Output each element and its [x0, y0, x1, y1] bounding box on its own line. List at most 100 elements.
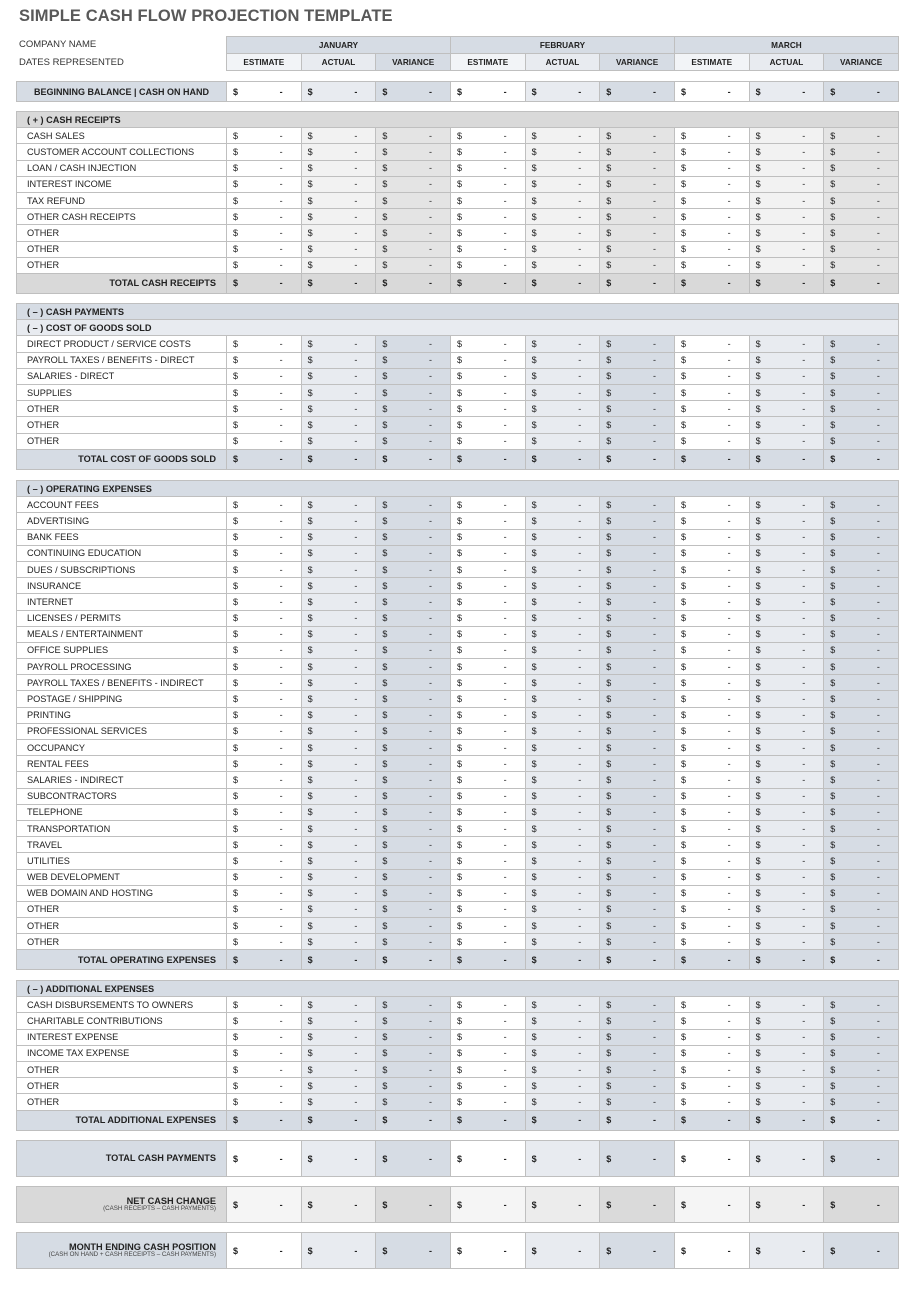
- value-cell[interactable]: $ -: [449, 625, 526, 643]
- value-cell[interactable]: $ -: [823, 335, 899, 353]
- value-cell[interactable]: $ -: [226, 1044, 302, 1062]
- value-cell[interactable]: $ -: [673, 496, 750, 514]
- value-cell[interactable]: $ -: [226, 1077, 302, 1095]
- value-cell[interactable]: $ -: [375, 1140, 451, 1177]
- value-cell[interactable]: $ -: [823, 159, 899, 177]
- value-cell[interactable]: $ -: [375, 819, 451, 838]
- value-cell[interactable]: $ -: [599, 674, 675, 692]
- value-cell[interactable]: $ -: [823, 738, 899, 757]
- value-cell[interactable]: $ -: [748, 191, 825, 210]
- row-label[interactable]: INTEREST INCOME: [16, 175, 227, 193]
- value-cell[interactable]: $ -: [300, 658, 377, 676]
- value-cell[interactable]: $ -: [300, 1140, 377, 1177]
- value-cell[interactable]: $ -: [748, 1077, 825, 1095]
- value-cell[interactable]: $ -: [449, 1093, 526, 1111]
- value-cell[interactable]: $ -: [300, 1060, 377, 1079]
- value-cell[interactable]: $ -: [375, 836, 451, 854]
- value-cell[interactable]: $ -: [449, 1044, 526, 1062]
- value-cell[interactable]: $ -: [599, 803, 675, 821]
- value-cell[interactable]: $ -: [449, 544, 526, 562]
- value-cell[interactable]: $ -: [748, 81, 825, 102]
- value-cell[interactable]: $ -: [524, 208, 601, 226]
- row-label[interactable]: LOAN / CASH INJECTION: [16, 159, 227, 177]
- value-cell[interactable]: $ -: [300, 755, 377, 773]
- value-cell[interactable]: $ -: [748, 544, 825, 562]
- value-cell[interactable]: $ -: [375, 738, 451, 757]
- value-cell[interactable]: $ -: [524, 224, 601, 242]
- value-cell[interactable]: $ -: [524, 175, 601, 193]
- value-cell[interactable]: $ -: [226, 996, 302, 1014]
- value-cell[interactable]: $ -: [226, 400, 302, 418]
- value-cell[interactable]: $ -: [748, 240, 825, 258]
- value-cell[interactable]: $ -: [375, 771, 451, 789]
- value-cell[interactable]: $ -: [300, 175, 377, 193]
- value-cell[interactable]: $ -: [524, 1028, 601, 1046]
- row-label[interactable]: INTERNET: [16, 593, 227, 611]
- value-cell[interactable]: $ -: [226, 625, 302, 643]
- value-cell[interactable]: $ -: [599, 432, 675, 450]
- value-cell[interactable]: $ -: [300, 1109, 377, 1131]
- value-cell[interactable]: $ -: [748, 448, 825, 470]
- value-cell[interactable]: $ -: [823, 560, 899, 579]
- value-cell[interactable]: $ -: [226, 256, 302, 274]
- value-cell[interactable]: $ -: [823, 1232, 899, 1269]
- value-cell[interactable]: $ -: [524, 787, 601, 805]
- value-cell[interactable]: $ -: [599, 512, 675, 530]
- value-cell[interactable]: $ -: [524, 159, 601, 177]
- value-cell[interactable]: $ -: [748, 175, 825, 193]
- value-cell[interactable]: $ -: [599, 240, 675, 258]
- value-cell[interactable]: $ -: [375, 448, 451, 470]
- value-cell[interactable]: $ -: [599, 1186, 675, 1223]
- value-cell[interactable]: $ -: [524, 949, 601, 971]
- value-cell[interactable]: $ -: [748, 949, 825, 971]
- row-label[interactable]: CUSTOMER ACCOUNT COLLECTIONS: [16, 143, 227, 161]
- value-cell[interactable]: $ -: [599, 1012, 675, 1030]
- row-label[interactable]: PRINTING: [16, 706, 227, 724]
- value-cell[interactable]: $ -: [300, 803, 377, 821]
- value-cell[interactable]: $ -: [673, 933, 750, 951]
- value-cell[interactable]: $ -: [673, 1012, 750, 1030]
- value-cell[interactable]: $ -: [599, 383, 675, 402]
- value-cell[interactable]: $ -: [226, 706, 302, 724]
- value-cell[interactable]: $ -: [300, 383, 377, 402]
- value-cell[interactable]: $ -: [599, 996, 675, 1014]
- value-cell[interactable]: $ -: [226, 933, 302, 951]
- value-cell[interactable]: $ -: [524, 803, 601, 821]
- value-cell[interactable]: $ -: [300, 159, 377, 177]
- value-cell[interactable]: $ -: [375, 1044, 451, 1062]
- value-cell[interactable]: $ -: [748, 641, 825, 660]
- value-cell[interactable]: $ -: [449, 674, 526, 692]
- value-cell[interactable]: $ -: [599, 1140, 675, 1177]
- value-cell[interactable]: $ -: [673, 208, 750, 226]
- value-cell[interactable]: $ -: [226, 771, 302, 789]
- value-cell[interactable]: $ -: [375, 609, 451, 627]
- row-label[interactable]: TRAVEL: [16, 836, 227, 854]
- value-cell[interactable]: $ -: [599, 351, 675, 369]
- row-label[interactable]: OCCUPANCY: [16, 738, 227, 757]
- value-cell[interactable]: $ -: [300, 512, 377, 530]
- value-cell[interactable]: $ -: [524, 1109, 601, 1131]
- value-cell[interactable]: $ -: [748, 528, 825, 546]
- value-cell[interactable]: $ -: [673, 852, 750, 870]
- value-cell[interactable]: $ -: [748, 1028, 825, 1046]
- value-cell[interactable]: $ -: [673, 884, 750, 902]
- value-cell[interactable]: $ -: [599, 852, 675, 870]
- value-cell[interactable]: $ -: [673, 432, 750, 450]
- row-label[interactable]: MEALS / ENTERTAINMENT: [16, 625, 227, 643]
- value-cell[interactable]: $ -: [300, 143, 377, 161]
- value-cell[interactable]: $ -: [375, 658, 451, 676]
- value-cell[interactable]: $ -: [599, 949, 675, 971]
- value-cell[interactable]: $ -: [599, 819, 675, 838]
- value-cell[interactable]: $ -: [226, 143, 302, 161]
- value-cell[interactable]: $ -: [449, 367, 526, 385]
- value-cell[interactable]: $ -: [226, 868, 302, 886]
- value-cell[interactable]: $ -: [673, 771, 750, 789]
- value-cell[interactable]: $ -: [748, 884, 825, 902]
- value-cell[interactable]: $ -: [375, 577, 451, 595]
- value-cell[interactable]: $ -: [226, 674, 302, 692]
- value-cell[interactable]: $ -: [449, 593, 526, 611]
- value-cell[interactable]: $ -: [823, 81, 899, 102]
- value-cell[interactable]: $ -: [524, 544, 601, 562]
- value-cell[interactable]: $ -: [300, 81, 377, 102]
- value-cell[interactable]: $ -: [375, 560, 451, 579]
